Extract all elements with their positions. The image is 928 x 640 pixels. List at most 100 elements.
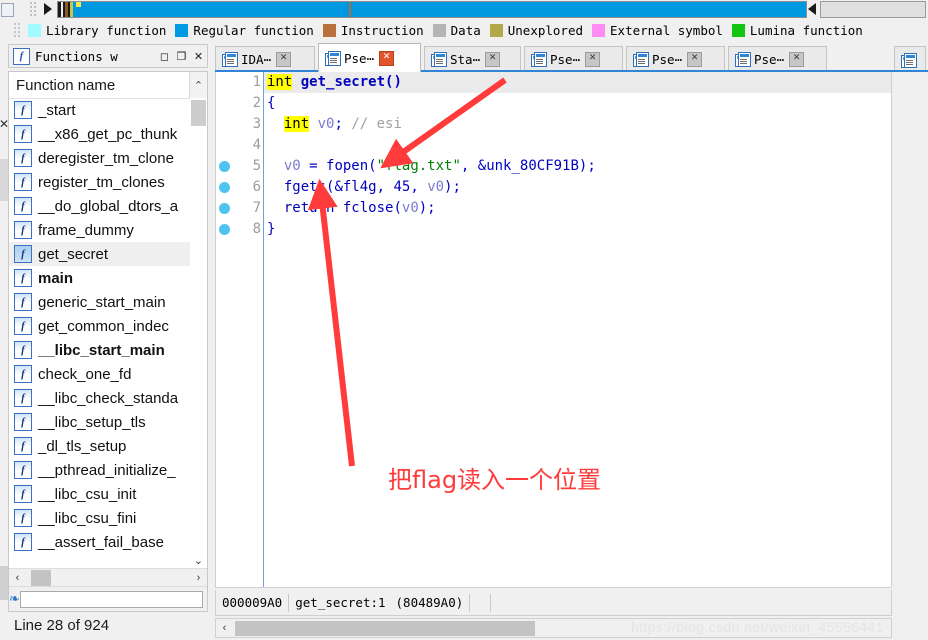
tab-close-icon[interactable]: ✕ (789, 51, 805, 67)
legend-grip[interactable] (14, 23, 24, 37)
navigator-left-arrow[interactable] (44, 3, 52, 15)
line-marker-dot[interactable] (219, 161, 230, 172)
function-list-item[interactable]: f __do_global_dtors_a (9, 194, 190, 218)
pseudocode-text[interactable]: int get_secret() { int v0; // esi v0 = fo… (264, 72, 891, 587)
code-token: v0 (317, 116, 335, 132)
document-icon (531, 52, 547, 67)
navigator-strip[interactable] (57, 1, 807, 18)
document-icon (222, 52, 238, 67)
scrollbar-thumb[interactable] (191, 100, 206, 126)
tab-close-icon[interactable]: ✕ (687, 51, 703, 67)
code-line[interactable]: return fclose(v0); (264, 198, 891, 219)
tab-label: Pse⋯ (550, 51, 581, 67)
functions-vertical-scrollbar[interactable]: ⌄ (190, 98, 207, 569)
close-button[interactable]: ✕ (190, 48, 207, 64)
functions-column-header[interactable]: Function name ⌃ (9, 72, 207, 99)
tab-2[interactable]: Sta⋯ ✕ (424, 46, 521, 71)
code-line[interactable]: v0 = fopen("flag.txt", &unk_80CF91B); (264, 156, 891, 177)
filter-clear-icon[interactable]: ❧ (9, 592, 20, 607)
function-list-item[interactable]: f __libc_csu_init (9, 482, 190, 506)
function-icon: f (14, 149, 32, 167)
tab-5[interactable]: Pse⋯ ✕ (728, 46, 827, 71)
code-line[interactable] (264, 135, 891, 156)
scroll-down-icon[interactable]: ⌄ (190, 551, 207, 569)
tab-close-icon[interactable]: ✕ (276, 51, 292, 67)
function-list-item[interactable]: f get_common_indec (9, 314, 190, 338)
function-list-item[interactable]: f check_one_fd (9, 362, 190, 386)
filter-input[interactable] (20, 590, 203, 608)
code-line[interactable]: fgets(&fl4g, 45, v0); (264, 177, 891, 198)
tab-4[interactable]: Pse⋯ ✕ (626, 46, 725, 71)
function-list-item[interactable]: f _dl_tls_setup (9, 434, 190, 458)
line-number: 5 (252, 158, 261, 174)
scroll-up-icon[interactable]: ⌃ (189, 72, 207, 98)
function-name: __libc_setup_tls (38, 413, 146, 431)
function-list-item[interactable]: f __libc_start_main (9, 338, 190, 362)
rail-chip-2 (0, 566, 8, 600)
functions-panel[interactable]: Function name ⌃ f _start f __x86_get_pc_thu… (8, 71, 208, 612)
function-list-item[interactable]: f __x86_get_pc_thunk (9, 122, 190, 146)
tab-bar[interactable]: f Functions w ◻ ❐ ✕ IDA⋯ ✕ Pse⋯ ✕ Sta⋯ ✕ Pse⋯ ✕… (0, 41, 928, 72)
scroll-left-icon[interactable]: ‹ (9, 570, 26, 586)
function-icon: f (14, 485, 32, 503)
functions-filter-bar[interactable]: ❧ (9, 586, 207, 611)
function-list-item[interactable]: f generic_start_main (9, 290, 190, 314)
code-token: ; (334, 116, 352, 132)
functions-panel-titlebar[interactable]: f Functions w ◻ ❐ ✕ (8, 44, 208, 68)
code-line[interactable]: } (264, 219, 891, 240)
navigator-right-arrow[interactable] (808, 3, 816, 15)
function-list-item[interactable]: f __libc_csu_fini (9, 506, 190, 530)
functions-list[interactable]: f _start f __x86_get_pc_thunk f deregister_tm… (9, 98, 190, 569)
right-tab-strip[interactable] (892, 41, 928, 640)
function-list-item[interactable]: f frame_dummy (9, 218, 190, 242)
code-line[interactable]: int get_secret() (264, 72, 891, 93)
function-icon: f (13, 47, 30, 65)
legend-item: External symbol (592, 23, 723, 38)
tab-1[interactable]: Pse⋯ ✕ (318, 43, 421, 72)
tab-close-icon[interactable]: ✕ (585, 51, 601, 67)
line-marker-dot[interactable] (219, 182, 230, 193)
function-list-item[interactable]: f __libc_check_standa (9, 386, 190, 410)
code-line[interactable]: { (264, 93, 891, 114)
function-list-item[interactable]: f __libc_setup_tls (9, 410, 190, 434)
pseudocode-panel[interactable]: 12345678 int get_secret(){ int v0; // es… (215, 72, 892, 588)
function-list-item[interactable]: f __pthread_initialize_ (9, 458, 190, 482)
code-token: ( (393, 200, 402, 216)
code-line[interactable]: int v0; // esi (264, 114, 891, 135)
tab-close-icon[interactable]: ✕ (485, 51, 501, 67)
function-name: get_secret (38, 245, 109, 263)
tab-0[interactable]: IDA⋯ ✕ (215, 46, 315, 71)
function-list-item[interactable]: f _start (9, 98, 190, 122)
functions-horizontal-scrollbar[interactable]: ‹ › (9, 568, 207, 587)
function-list-item[interactable]: f get_secret (9, 242, 190, 266)
navigator-band[interactable] (0, 0, 928, 19)
legend-swatch (731, 23, 745, 37)
function-list-item[interactable]: f __assert_fail_base (9, 530, 190, 554)
tab-extra[interactable] (894, 46, 926, 72)
code-scroll-left-icon[interactable]: ‹ (216, 620, 233, 636)
maximize-button[interactable]: ◻ (156, 48, 173, 64)
hscroll-thumb[interactable] (31, 570, 51, 586)
tab-3[interactable]: Pse⋯ ✕ (524, 46, 623, 71)
breakpoint-dots[interactable] (219, 72, 233, 587)
function-list-item[interactable]: f deregister_tm_clone (9, 146, 190, 170)
function-list-item[interactable]: f main (9, 266, 190, 290)
restore-button[interactable]: ❐ (173, 48, 190, 64)
tab-close-icon[interactable]: ✕ (379, 50, 395, 66)
function-list-item[interactable]: f register_tm_clones (9, 170, 190, 194)
hscroll-track[interactable] (26, 570, 190, 586)
code-hscroll-thumb[interactable] (235, 621, 535, 636)
code-token: v0 (401, 200, 419, 216)
toolbar-grip[interactable] (30, 2, 40, 17)
editor-tabs[interactable]: IDA⋯ ✕ Pse⋯ ✕ Sta⋯ ✕ Pse⋯ ✕ Pse⋯ ✕ Pse⋯ ✕ (215, 41, 928, 72)
scroll-right-icon[interactable]: › (190, 570, 207, 586)
legend-swatch (322, 23, 336, 37)
code-token: fclose (342, 200, 394, 216)
function-icon: f (14, 101, 32, 119)
line-marker-dot[interactable] (219, 203, 230, 214)
line-marker-dot[interactable] (219, 224, 230, 235)
legend-item: Instruction (322, 23, 424, 38)
tab-label: IDA⋯ (241, 51, 272, 67)
functions-status-label: Line 28 of 924 (14, 616, 110, 634)
